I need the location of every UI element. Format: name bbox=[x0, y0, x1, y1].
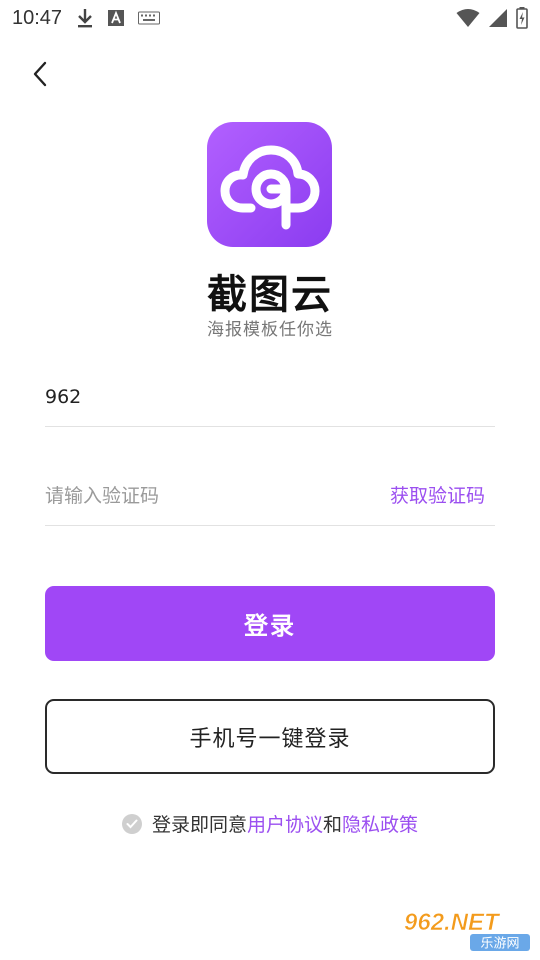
one-key-login-button[interactable]: 手机号一键登录 bbox=[45, 699, 495, 774]
watermark-text-bottom: 乐游网 bbox=[480, 937, 519, 952]
wifi-icon bbox=[456, 8, 480, 28]
verification-code-field[interactable]: 获取验证码 bbox=[45, 466, 495, 526]
agree-checkbox[interactable] bbox=[121, 813, 142, 834]
download-icon bbox=[76, 7, 94, 29]
login-screen: 10:47 截图云 海报模板任你选 962 请输入验证码 获取验证码 登录 手机… bbox=[0, 0, 540, 960]
user-agreement-link[interactable]: 用户协议 bbox=[247, 810, 323, 837]
chevron-left-icon bbox=[33, 61, 47, 87]
app-name: 截图云 bbox=[207, 272, 333, 318]
text-a-icon bbox=[108, 9, 125, 27]
cellular-icon bbox=[488, 8, 508, 28]
app-slogan: 海报模板任你选 bbox=[207, 320, 333, 340]
keyboard-icon bbox=[138, 11, 161, 25]
status-time: 10:47 bbox=[12, 6, 63, 29]
watermark-text-top: 962.NET bbox=[404, 909, 501, 936]
watermark-logo: 962.NET 乐游网 bbox=[400, 906, 532, 952]
agreement-prefix: 登录即同意 bbox=[151, 814, 247, 836]
phone-field[interactable] bbox=[45, 367, 495, 427]
back-button[interactable] bbox=[22, 56, 58, 92]
battery-icon bbox=[516, 7, 528, 29]
phone-input[interactable] bbox=[45, 367, 495, 426]
cloud-logo-icon bbox=[220, 145, 319, 229]
status-bar: 10:47 bbox=[0, 0, 540, 36]
status-right bbox=[456, 7, 528, 29]
check-icon bbox=[126, 819, 138, 828]
agreement-and: 和 bbox=[323, 814, 343, 836]
login-button[interactable]: 登录 bbox=[45, 586, 495, 661]
get-code-button[interactable]: 获取验证码 bbox=[390, 481, 485, 508]
privacy-policy-link[interactable]: 隐私政策 bbox=[342, 810, 418, 837]
status-left: 10:47 bbox=[12, 6, 161, 30]
app-logo bbox=[207, 122, 332, 247]
agreement-row: 登录即同意 用户协议 和 隐私政策 bbox=[0, 810, 540, 837]
